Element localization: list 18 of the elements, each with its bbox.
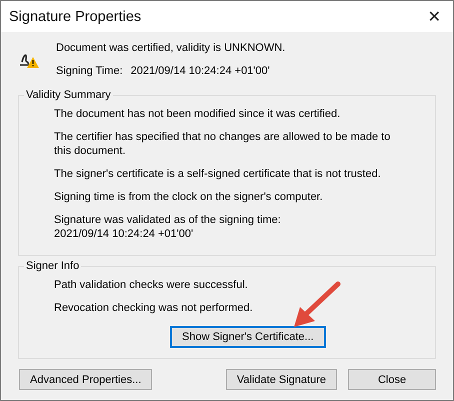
validity-message: The document has not been modified since it was certified. (54, 107, 342, 121)
signer-message: Revocation checking was not performed. (54, 301, 254, 315)
validity-message: The signer's certificate is a self-signed certificate that is not trusted. (54, 167, 382, 181)
dialog-button[interactable]: Close (348, 369, 436, 390)
certification-status: Document was certified, validity is UNKNOWN. (56, 42, 286, 54)
show-certificate-button[interactable]: Show Signer's Certificate... (170, 326, 326, 348)
group-title: Signer Info (25, 260, 80, 272)
validity-message: The certifier has specified that no changes are allowed to be made to this document. (54, 130, 392, 158)
signing-time-value: 2021/09/14 10:24:24 +01'00' (130, 65, 270, 77)
window-title: Signature Properties (9, 8, 142, 24)
signer-message: Path validation checks were successful. (54, 278, 249, 292)
close-button[interactable]: ✕ (424, 7, 445, 26)
signing-time-label: Signing Time: (56, 65, 123, 77)
dialog-button[interactable]: Validate Signature (226, 369, 337, 390)
group-title: Validity Summary (25, 89, 112, 101)
dialog-button[interactable]: Advanced Properties... (19, 369, 152, 390)
validity-message: Signing time is from the clock on the signer's computer. (54, 190, 324, 204)
validity-message: Signature was validated as of the signing time: 2021/09/14 10:24:24 +01'00' (54, 213, 282, 241)
